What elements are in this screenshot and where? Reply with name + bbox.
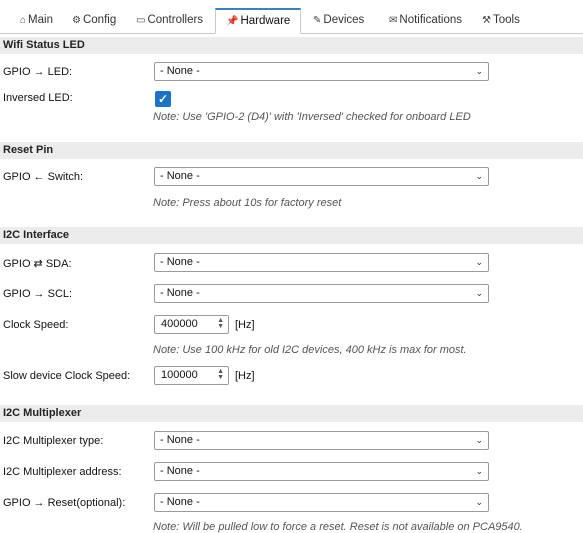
tab-devices[interactable]: ✎ Devices [313, 8, 364, 33]
mux-reset-value: - None - [160, 496, 200, 508]
gear-icon: ⚙ [72, 15, 81, 26]
clock-speed-input[interactable]: 400000 ▲ ▼ [154, 315, 229, 334]
wrench-icon: ⚒ [482, 15, 491, 26]
chevron-down-icon: ⌄ [475, 66, 483, 76]
checkmark-icon: ✓ [157, 92, 169, 106]
tab-config-label: Config [82, 14, 117, 26]
clock-speed-unit: [Hz] [235, 319, 255, 331]
tab-hardware[interactable]: 📌 Hardware [215, 8, 302, 34]
mux-type-select[interactable]: - None - ⌄ [154, 431, 489, 450]
section-i2c-interface: I2C Interface [0, 227, 583, 244]
gpio-sda-select[interactable]: - None - ⌄ [154, 253, 489, 272]
spinner-icon[interactable]: ▲ ▼ [217, 368, 224, 381]
chevron-down-icon: ⌄ [475, 435, 483, 445]
mux-reset-label: GPIO → Reset(optional): [3, 497, 126, 509]
slow-clock-speed-value: 100000 [161, 369, 198, 381]
tab-controllers[interactable]: ▭ Controllers [136, 8, 203, 33]
chevron-down-icon: ⌄ [475, 466, 483, 476]
gpio-scl-select[interactable]: - None - ⌄ [154, 284, 489, 303]
tab-notifications[interactable]: ✉ Notifications [389, 8, 462, 33]
inversed-led-checkbox[interactable]: ✓ [155, 91, 171, 107]
chevron-down-icon: ⌄ [475, 288, 483, 298]
tab-main-label: Main [28, 14, 53, 26]
tab-main[interactable]: ⌂ Main [20, 8, 53, 33]
home-icon: ⌂ [20, 15, 27, 26]
gpio-scl-value: - None - [160, 287, 200, 299]
gpio-switch-value: - None - [160, 170, 200, 182]
slow-clock-speed-label: Slow device Clock Speed: [3, 370, 131, 382]
wifi-note: Note: Use 'GPIO-2 (D4)' with 'Inversed' … [153, 111, 471, 123]
tab-tools-label: Tools [492, 14, 520, 26]
reset-note: Note: Press about 10s for factory reset [153, 197, 342, 209]
controller-icon: ▭ [136, 15, 146, 26]
section-i2c-multiplexer: I2C Multiplexer [0, 405, 583, 422]
chevron-down-icon: ⌄ [475, 257, 483, 267]
chevron-down-icon: ⌄ [475, 497, 483, 507]
pin-icon: 📌 [226, 16, 239, 27]
section-reset-pin: Reset Pin [0, 142, 583, 159]
mux-address-select[interactable]: - None - ⌄ [154, 462, 489, 481]
envelope-icon: ✉ [389, 15, 398, 26]
tab-config[interactable]: ⚙ Config [72, 8, 116, 33]
i2c-note: Note: Use 100 kHz for old I2C devices, 4… [153, 344, 467, 356]
tab-hardware-label: Hardware [240, 15, 291, 27]
clock-speed-value: 400000 [161, 318, 198, 330]
slow-clock-speed-unit: [Hz] [235, 370, 255, 382]
mux-note: Note: Will be pulled low to force a rese… [153, 521, 523, 533]
plug-icon: ✎ [313, 15, 322, 26]
tab-devices-label: Devices [323, 14, 365, 26]
inversed-led-label: Inversed LED: [3, 92, 73, 104]
clock-speed-label: Clock Speed: [3, 319, 69, 331]
tab-controllers-label: Controllers [147, 14, 204, 26]
slow-clock-speed-input[interactable]: 100000 ▲ ▼ [154, 366, 229, 385]
gpio-sda-label: GPIO ⇄ SDA: [3, 258, 72, 270]
gpio-switch-select[interactable]: - None - ⌄ [154, 167, 489, 186]
gpio-switch-label: GPIO ← Switch: [3, 171, 84, 183]
section-wifi-status-led: Wifi Status LED [0, 37, 583, 54]
gpio-sda-value: - None - [160, 256, 200, 268]
mux-reset-select[interactable]: - None - ⌄ [154, 493, 489, 512]
gpio-led-select[interactable]: - None - ⌄ [154, 62, 489, 81]
gpio-led-value: - None - [160, 65, 200, 77]
tab-bar: ⌂ Main ⚙ Config ▭ Controllers 📌 Hardware ✎ De… [0, 0, 583, 34]
gpio-led-label: GPIO → LED: [3, 66, 73, 78]
mux-type-value: - None - [160, 434, 200, 446]
gpio-scl-label: GPIO → SCL: [3, 288, 73, 300]
tab-tools[interactable]: ⚒ Tools [482, 8, 520, 33]
chevron-down-icon: ⌄ [475, 171, 483, 181]
mux-type-label: I2C Multiplexer type: [3, 435, 104, 447]
mux-address-value: - None - [160, 465, 200, 477]
spinner-icon[interactable]: ▲ ▼ [217, 317, 224, 330]
mux-address-label: I2C Multiplexer address: [3, 466, 122, 478]
tab-notifications-label: Notifications [399, 14, 463, 26]
